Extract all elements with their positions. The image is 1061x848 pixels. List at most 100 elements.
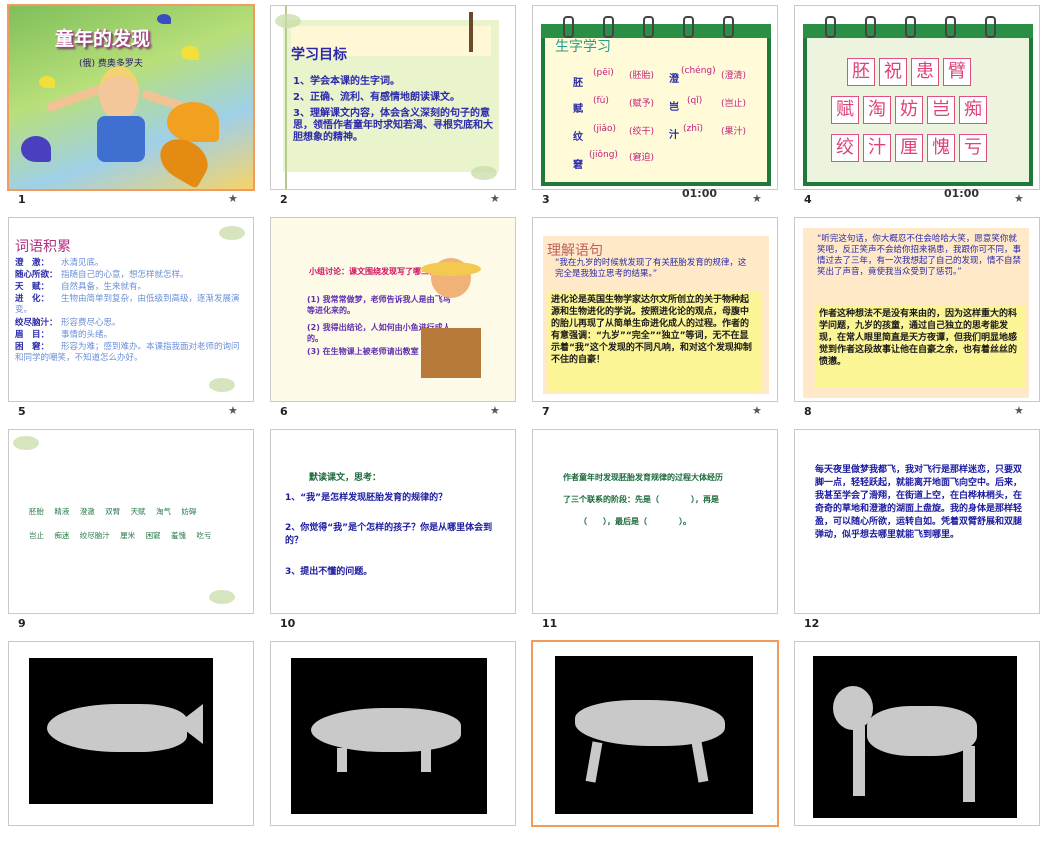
char-cell: 绞 bbox=[831, 134, 859, 162]
slide-tile-13[interactable] bbox=[0, 636, 262, 848]
exercise-line: （ ），最后是（ ）。 bbox=[579, 517, 691, 526]
glossary-entry: 澄 澈： 水清见底。 bbox=[15, 258, 245, 269]
primate-leg bbox=[963, 746, 975, 802]
slide-thumbnail[interactable]: 胚 祝 患 臂 赋 淘 妨 岂 痴 绞 汁 厘 愧 亏 bbox=[794, 5, 1040, 190]
butterfly-icon bbox=[157, 14, 171, 24]
slide-number: 7 bbox=[542, 405, 550, 418]
slide-tile-9[interactable]: 胚胎 精液 澄澈 双臂 天赋 淘气 妨碍 岂止 痴迷 绞尽脑汁 厘米 困窘 羞愧… bbox=[0, 424, 262, 636]
slide-number: 10 bbox=[280, 617, 296, 630]
slide-number: 1 bbox=[18, 193, 26, 206]
word: (窘迫) bbox=[629, 153, 655, 163]
slide-thumbnail[interactable] bbox=[531, 640, 779, 827]
slide-thumbnail[interactable]: 作者童年时发现胚胎发育规律的过程大体经历 了三个联系的阶段：先是（ ），再是 （… bbox=[532, 429, 778, 614]
ring-icon bbox=[683, 16, 694, 38]
animation-star-icon[interactable]: ★ bbox=[752, 404, 762, 417]
char: 汁 bbox=[669, 130, 679, 141]
slide-number: 3 bbox=[542, 193, 550, 206]
pinyin: (zhī) bbox=[683, 124, 703, 134]
slide-timing: 01:00 bbox=[682, 187, 718, 200]
reptile-leg bbox=[691, 741, 709, 783]
slide-tile-6[interactable]: 小组讨论：课文围绕发现写了哪三件事？ (1) 我常常做梦，老师告诉我人是由飞鸟等… bbox=[262, 212, 524, 424]
slide-thumbnail[interactable]: 生字学习 胚 赋 纹 窘 (pēi) (fù) (jiǎo) (jiǒng) (… bbox=[532, 5, 778, 190]
signpost-icon bbox=[469, 12, 473, 52]
term: 澄 澈： bbox=[15, 258, 50, 268]
slide-thumbnail[interactable] bbox=[270, 641, 516, 826]
quote-text: “我在九岁的时候就发现了有关胚胎发育的规律，这完全是我独立思考的结果。” bbox=[555, 258, 747, 279]
slide-tile-10[interactable]: 默读课文，思考： 1、“我”是怎样发现胚胎发育的规律的？ 2、你觉得“我”是个怎… bbox=[262, 424, 524, 636]
char: 纹 bbox=[573, 132, 583, 143]
definition: 事情的头绪。 bbox=[61, 330, 113, 340]
pinyin: (fù) bbox=[593, 96, 609, 106]
slide-tile-8[interactable]: “听完这句话，你大概忍不住会哈哈大笑，愿意笑你就笑吧，反正笑声不会给你招来祸患，… bbox=[786, 212, 1048, 424]
slide-heading: 词语积累 bbox=[15, 239, 71, 255]
amphibian-leg bbox=[337, 748, 347, 772]
slide-thumbnail[interactable]: 学习目标 1、学会本课的生字词。 2、正确、流利、有感情地朗读课文。 3、理解课… bbox=[270, 5, 516, 190]
slide-tile-3[interactable]: 生字学习 胚 赋 纹 窘 (pēi) (fù) (jiǎo) (jiǒng) (… bbox=[524, 0, 786, 212]
word: (赋予) bbox=[629, 99, 655, 109]
slide-tile-5[interactable]: 词语积累 澄 澈： 水清见底。 随心所欲： 指随自己的心意，想怎样就怎样。 天 赋：… bbox=[0, 212, 262, 424]
question-item: 2、你觉得“我”是个怎样的孩子？你是从哪里体会到的？ bbox=[285, 523, 493, 546]
slide-timing: 01:00 bbox=[944, 187, 980, 200]
leaf-decoration bbox=[209, 590, 235, 604]
slide-tile-16[interactable] bbox=[786, 636, 1048, 848]
ring-icon bbox=[603, 16, 614, 38]
reptile-leg bbox=[585, 741, 603, 783]
animation-star-icon[interactable]: ★ bbox=[228, 404, 238, 417]
pinyin: (qǐ) bbox=[687, 96, 703, 106]
fish-photo bbox=[29, 658, 213, 804]
slide-thumbnail[interactable] bbox=[8, 641, 254, 826]
animation-star-icon[interactable]: ★ bbox=[752, 192, 762, 205]
slide-tile-11[interactable]: 作者童年时发现胚胎发育规律的过程大体经历 了三个联系的阶段：先是（ ），再是 （… bbox=[524, 424, 786, 636]
word: (果汁) bbox=[721, 127, 747, 137]
ring-icon bbox=[985, 16, 996, 38]
slide-thumbnail[interactable]: 理解语句 “我在九岁的时候就发现了有关胚胎发育的规律，这完全是我独立思考的结果。… bbox=[532, 217, 778, 402]
word: (岂止) bbox=[721, 99, 747, 109]
ring-icon bbox=[865, 16, 876, 38]
animation-star-icon[interactable]: ★ bbox=[490, 404, 500, 417]
calendar-bar bbox=[803, 24, 1033, 38]
char-cell: 痴 bbox=[959, 96, 987, 124]
slide-tile-4[interactable]: 胚 祝 患 臂 赋 淘 妨 岂 痴 绞 汁 厘 愧 亏 01:00 4 ★ bbox=[786, 0, 1048, 212]
slide-thumbnail[interactable]: 胚胎 精液 澄澈 双臂 天赋 淘气 妨碍 岂止 痴迷 绞尽脑汁 厘米 困窘 羞愧… bbox=[8, 429, 254, 614]
slide-thumbnail[interactable]: 默读课文，思考： 1、“我”是怎样发现胚胎发育的规律的？ 2、你觉得“我”是个怎… bbox=[270, 429, 516, 614]
animation-star-icon[interactable]: ★ bbox=[490, 192, 500, 205]
slide-tile-2[interactable]: 学习目标 1、学会本课的生字词。 2、正确、流利、有感情地朗读课文。 3、理解课… bbox=[262, 0, 524, 212]
stool-icon bbox=[421, 328, 481, 378]
slide-heading: 理解语句 bbox=[547, 243, 603, 259]
definition: 指随自己的心意，想怎样就怎样。 bbox=[61, 270, 189, 280]
glossary-entry: 进 化： 生物由简单到复杂，由低级到高级，逐渐发展演变。 bbox=[15, 294, 245, 316]
term: 随心所欲： bbox=[15, 270, 58, 280]
slide-thumbnail[interactable]: 词语积累 澄 澈： 水清见底。 随心所欲： 指随自己的心意，想怎样就怎样。 天 赋：… bbox=[8, 217, 254, 402]
char-cell: 臂 bbox=[943, 58, 971, 86]
char-cell: 患 bbox=[911, 58, 939, 86]
slide-heading: 生字学习 bbox=[555, 39, 611, 55]
slide-thumbnail[interactable]: 小组讨论：课文围绕发现写了哪三件事？ (1) 我常常做梦，老师告诉我人是由飞鸟等… bbox=[270, 217, 516, 402]
slide-thumbnail[interactable]: 每天夜里做梦我都飞，我对飞行是那样迷恋，只要双脚一点，轻轻跃起，就能离开地面飞向… bbox=[794, 429, 1040, 614]
primate-body bbox=[867, 706, 977, 756]
word: 澄澈 bbox=[79, 507, 95, 516]
ring-icon bbox=[563, 16, 574, 38]
char: 赋 bbox=[573, 104, 583, 115]
char-cell: 岂 bbox=[927, 96, 955, 124]
slide-tile-12[interactable]: 每天夜里做梦我都飞，我对飞行是那样迷恋，只要双脚一点，轻轻跃起，就能离开地面飞向… bbox=[786, 424, 1048, 636]
char-cell: 汁 bbox=[863, 134, 891, 162]
ring-icon bbox=[945, 16, 956, 38]
slide-tile-1[interactable]: 童年的发现 (俄) 费奥多罗夫 1 ★ bbox=[0, 0, 262, 212]
char-cell: 祝 bbox=[879, 58, 907, 86]
slide-thumbnail[interactable]: 童年的发现 (俄) 费奥多罗夫 bbox=[7, 4, 255, 191]
leaf-decoration bbox=[275, 14, 301, 28]
term: 绞尽脑汁： bbox=[15, 318, 58, 328]
animation-star-icon[interactable]: ★ bbox=[228, 192, 238, 205]
slide-tile-15[interactable] bbox=[524, 636, 786, 848]
leaf-decoration bbox=[13, 436, 39, 450]
explanation-box: 进化论是英国生物学家达尔文所创立的关于物种起源和生物进化的学说。按照进化论的观点… bbox=[547, 292, 761, 392]
goal-item: 2、正确、流利、有感情地朗读课文。 bbox=[293, 92, 460, 103]
animation-star-icon[interactable]: ★ bbox=[1014, 404, 1024, 417]
slide-tile-14[interactable] bbox=[262, 636, 524, 848]
animation-star-icon[interactable]: ★ bbox=[1014, 192, 1024, 205]
slide-tile-7[interactable]: 理解语句 “我在九岁的时候就发现了有关胚胎发育的规律，这完全是我独立思考的结果。… bbox=[524, 212, 786, 424]
word: 双臂 bbox=[105, 507, 121, 516]
slide-thumbnail[interactable]: “听完这句话，你大概忍不住会哈哈大笑，愿意笑你就笑吧，反正笑声不会给你招来祸患，… bbox=[794, 217, 1040, 402]
slide-thumbnail[interactable] bbox=[794, 641, 1040, 826]
word: 厘米 bbox=[120, 531, 136, 540]
